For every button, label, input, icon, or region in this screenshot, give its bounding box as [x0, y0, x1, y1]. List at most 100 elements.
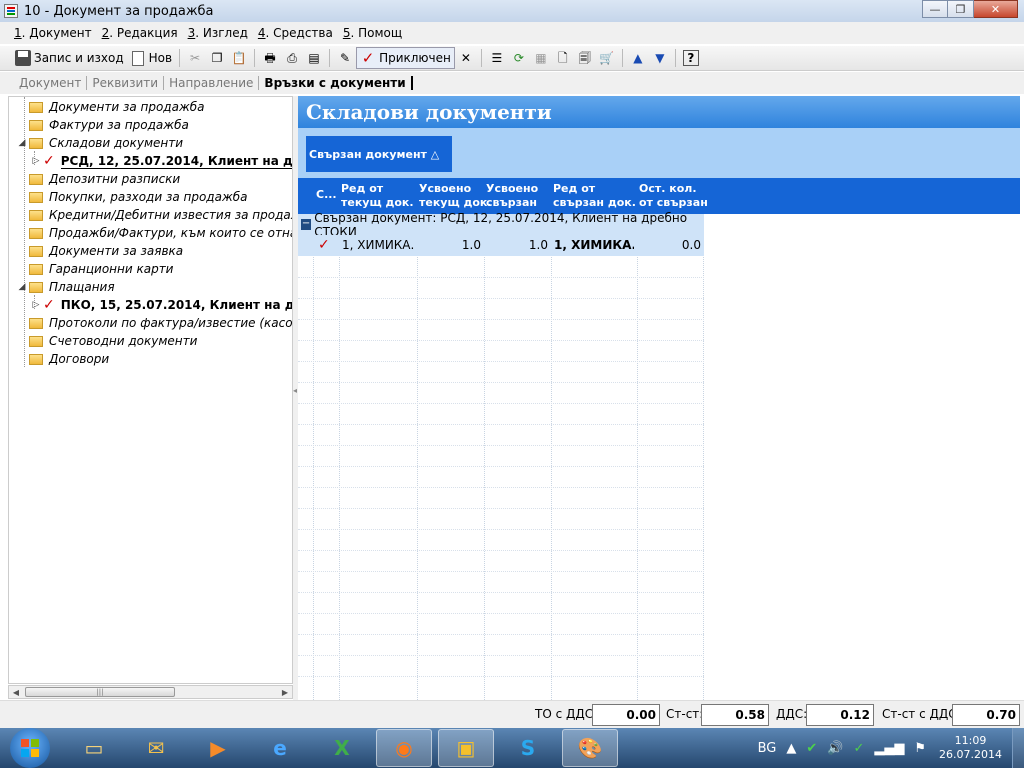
refresh-button[interactable]: ⟳	[508, 47, 530, 69]
calculator-button[interactable]: ▦	[530, 47, 552, 69]
tab-document[interactable]: Документ	[14, 76, 88, 90]
tree-item-sales-documents[interactable]: Документи за продажба	[9, 98, 292, 116]
tree-item-purchases-expenses[interactable]: Покупки, разходи за продажба	[9, 188, 292, 206]
tree-item-warranty-cards[interactable]: Гаранционни карти	[9, 260, 292, 278]
tree-item-deposit-receipts[interactable]: Депозитни разписки	[9, 170, 292, 188]
clock[interactable]: 11:09 26.07.2014	[939, 734, 1002, 762]
maximize-button[interactable]: ❐	[948, 0, 974, 18]
total-with-vat-label: Ст-ст с ДДС:	[882, 707, 961, 721]
save-exit-button[interactable]: Запис и изход	[12, 47, 127, 69]
help-button[interactable]: ?	[680, 47, 702, 69]
column-header-used-linked[interactable]: Усвоено свързан	[486, 182, 538, 210]
explorer-icon[interactable]: ▭	[66, 729, 122, 767]
volume-icon[interactable]: 🔊	[827, 741, 843, 756]
scrollbar-thumb[interactable]: |||	[25, 687, 175, 697]
firefox-icon[interactable]: ◉	[376, 729, 432, 767]
move-up-button[interactable]: ▲	[627, 47, 649, 69]
start-button[interactable]	[10, 728, 50, 768]
folder-icon	[29, 335, 43, 347]
paste-button[interactable]: 📋	[228, 47, 250, 69]
tree-item-warehouse-documents[interactable]: ◢ Складови документи	[9, 134, 292, 152]
menu-view[interactable]: 3. Изглед	[188, 26, 248, 40]
total-turnover-field: 0.00	[592, 704, 660, 726]
folder-icon	[29, 191, 43, 203]
tree-item-credit-debit-notes[interactable]: Кредитни/Дебитни известия за продажба	[9, 206, 292, 224]
flag-icon[interactable]: ⚑	[914, 741, 926, 756]
folder-icon	[29, 119, 43, 131]
folder-icon	[29, 173, 43, 185]
new-button[interactable]: Нов	[127, 47, 175, 69]
language-indicator[interactable]: BG	[758, 741, 777, 756]
column-header-remaining[interactable]: Ост. кол. от свързан	[639, 182, 708, 210]
menu-document[interactable]: 1. Документ	[14, 26, 92, 40]
paint-icon[interactable]: 🎨	[562, 729, 618, 767]
skype-icon[interactable]: S	[500, 729, 556, 767]
tree-item-order-documents[interactable]: Документи за заявка	[9, 242, 292, 260]
edit-button[interactable]: ✎	[334, 47, 356, 69]
toolbar: Запис и изход Нов ✂ ❐ 📋 🖶 ⎙ ▤ ✎ ✓ Приклю…	[0, 45, 1024, 71]
move-down-button[interactable]: ▼	[649, 47, 671, 69]
menu-help[interactable]: 5. Помощ	[343, 26, 402, 40]
column-header-row-linked[interactable]: Ред от свързан док.	[553, 182, 636, 210]
minimize-button[interactable]: —	[922, 0, 948, 18]
scroll-right-icon[interactable]: ▶	[278, 686, 292, 698]
internet-explorer-icon[interactable]: e	[252, 729, 308, 767]
network-icon[interactable]: ▂▄▆	[874, 741, 904, 756]
cut-button[interactable]: ✂	[184, 47, 206, 69]
new-document-icon	[130, 50, 146, 66]
tab-document-links[interactable]: Връзки с документи	[259, 76, 413, 90]
expand-triangle-icon[interactable]: ▷	[31, 300, 41, 310]
folder-icon	[29, 101, 43, 113]
splitter-grip-icon[interactable]: ◂	[293, 386, 297, 395]
cancel-button[interactable]: ✕	[455, 47, 477, 69]
media-player-icon[interactable]: ▶	[190, 729, 246, 767]
cart-button[interactable]: 🛒	[596, 47, 618, 69]
column-header-used-current[interactable]: Усвоено текущ док.	[419, 182, 492, 210]
collapse-group-icon[interactable]: −	[301, 219, 312, 230]
linked-documents-grid: − Свързан документ: РСД, 12, 25.07.2014,…	[298, 211, 704, 700]
tree-item-sales-invoices[interactable]: Фактури за продажба	[9, 116, 292, 134]
menu-tools[interactable]: 4. Средства	[258, 26, 333, 40]
column-header-status[interactable]: С...	[316, 188, 337, 202]
tray-update-icon[interactable]: ✔	[806, 741, 817, 756]
page-button[interactable]: 🗋	[552, 47, 574, 69]
tree-item-accounting-documents[interactable]: Счетоводни документи	[9, 332, 292, 350]
list-button[interactable]: ☰	[486, 47, 508, 69]
show-desktop-button[interactable]	[1012, 728, 1024, 768]
tree-item-payments[interactable]: ◢ Плащания	[9, 278, 292, 296]
group-chip-linked-document[interactable]: Свързан документ △	[306, 136, 452, 172]
table-row[interactable]: ✓ 1, ХИМИКА... 1.0 1.0 1, ХИМИКА... 0.0	[298, 235, 704, 256]
save-icon	[15, 50, 31, 66]
tray-security-icon[interactable]: ✓	[853, 741, 864, 756]
close-button[interactable]: ✕	[974, 0, 1018, 18]
print-button[interactable]: 🖶	[259, 47, 281, 69]
finished-button[interactable]: ✓ Приключен	[356, 47, 455, 69]
menu-edit[interactable]: 2. Редакция	[102, 26, 178, 40]
group-row[interactable]: − Свързан документ: РСД, 12, 25.07.2014,…	[298, 211, 704, 239]
collapse-triangle-icon[interactable]: ◢	[17, 282, 27, 292]
tree-item-related-sales[interactable]: Продажби/Фактури, към които се отнася из…	[9, 224, 292, 242]
tab-requisites[interactable]: Реквизити	[87, 76, 165, 90]
accounting-app-icon[interactable]: ▣	[438, 729, 494, 767]
tray-expand-icon[interactable]: ▲	[786, 741, 796, 756]
print-preview-button[interactable]: ⎙	[281, 47, 303, 69]
tree-item-contracts[interactable]: Договори	[9, 350, 292, 368]
scroll-left-icon[interactable]: ◀	[9, 686, 23, 698]
outlook-icon[interactable]: ✉	[128, 729, 184, 767]
cart-icon: 🛒	[599, 51, 615, 65]
pages-button[interactable]: 🗐	[574, 47, 596, 69]
copy-button[interactable]: ❐	[206, 47, 228, 69]
expand-triangle-icon[interactable]: ▷	[31, 156, 41, 166]
tree-item-pko-15[interactable]: ▷ ✓ ПКО, 15, 25.07.2014, Клиент на дребн…	[9, 296, 292, 314]
excel-icon[interactable]: X	[314, 729, 370, 767]
export-button[interactable]: ▤	[303, 47, 325, 69]
collapse-triangle-icon[interactable]: ◢	[17, 138, 27, 148]
grid-column-headers: С... Ред от текущ док. Усвоено текущ док…	[298, 178, 1020, 214]
tree-item-rsd-12[interactable]: ▷ ✓ РСД, 12, 25.07.2014, Клиент на дребн…	[9, 152, 292, 170]
tree-item-protocols[interactable]: Протоколи по фактура/известие (касова от…	[9, 314, 292, 332]
column-header-row-current[interactable]: Ред от текущ док.	[341, 182, 414, 210]
tree-horizontal-scrollbar[interactable]: ◀ ||| ▶	[8, 685, 293, 699]
taskbar: ▭ ✉ ▶ e X ◉ ▣ S 🎨 BG ▲ ✔ 🔊 ✓ ▂▄▆ ⚑ 11:09…	[0, 728, 1024, 768]
folder-icon	[29, 317, 43, 329]
tab-direction[interactable]: Направление	[164, 76, 260, 90]
